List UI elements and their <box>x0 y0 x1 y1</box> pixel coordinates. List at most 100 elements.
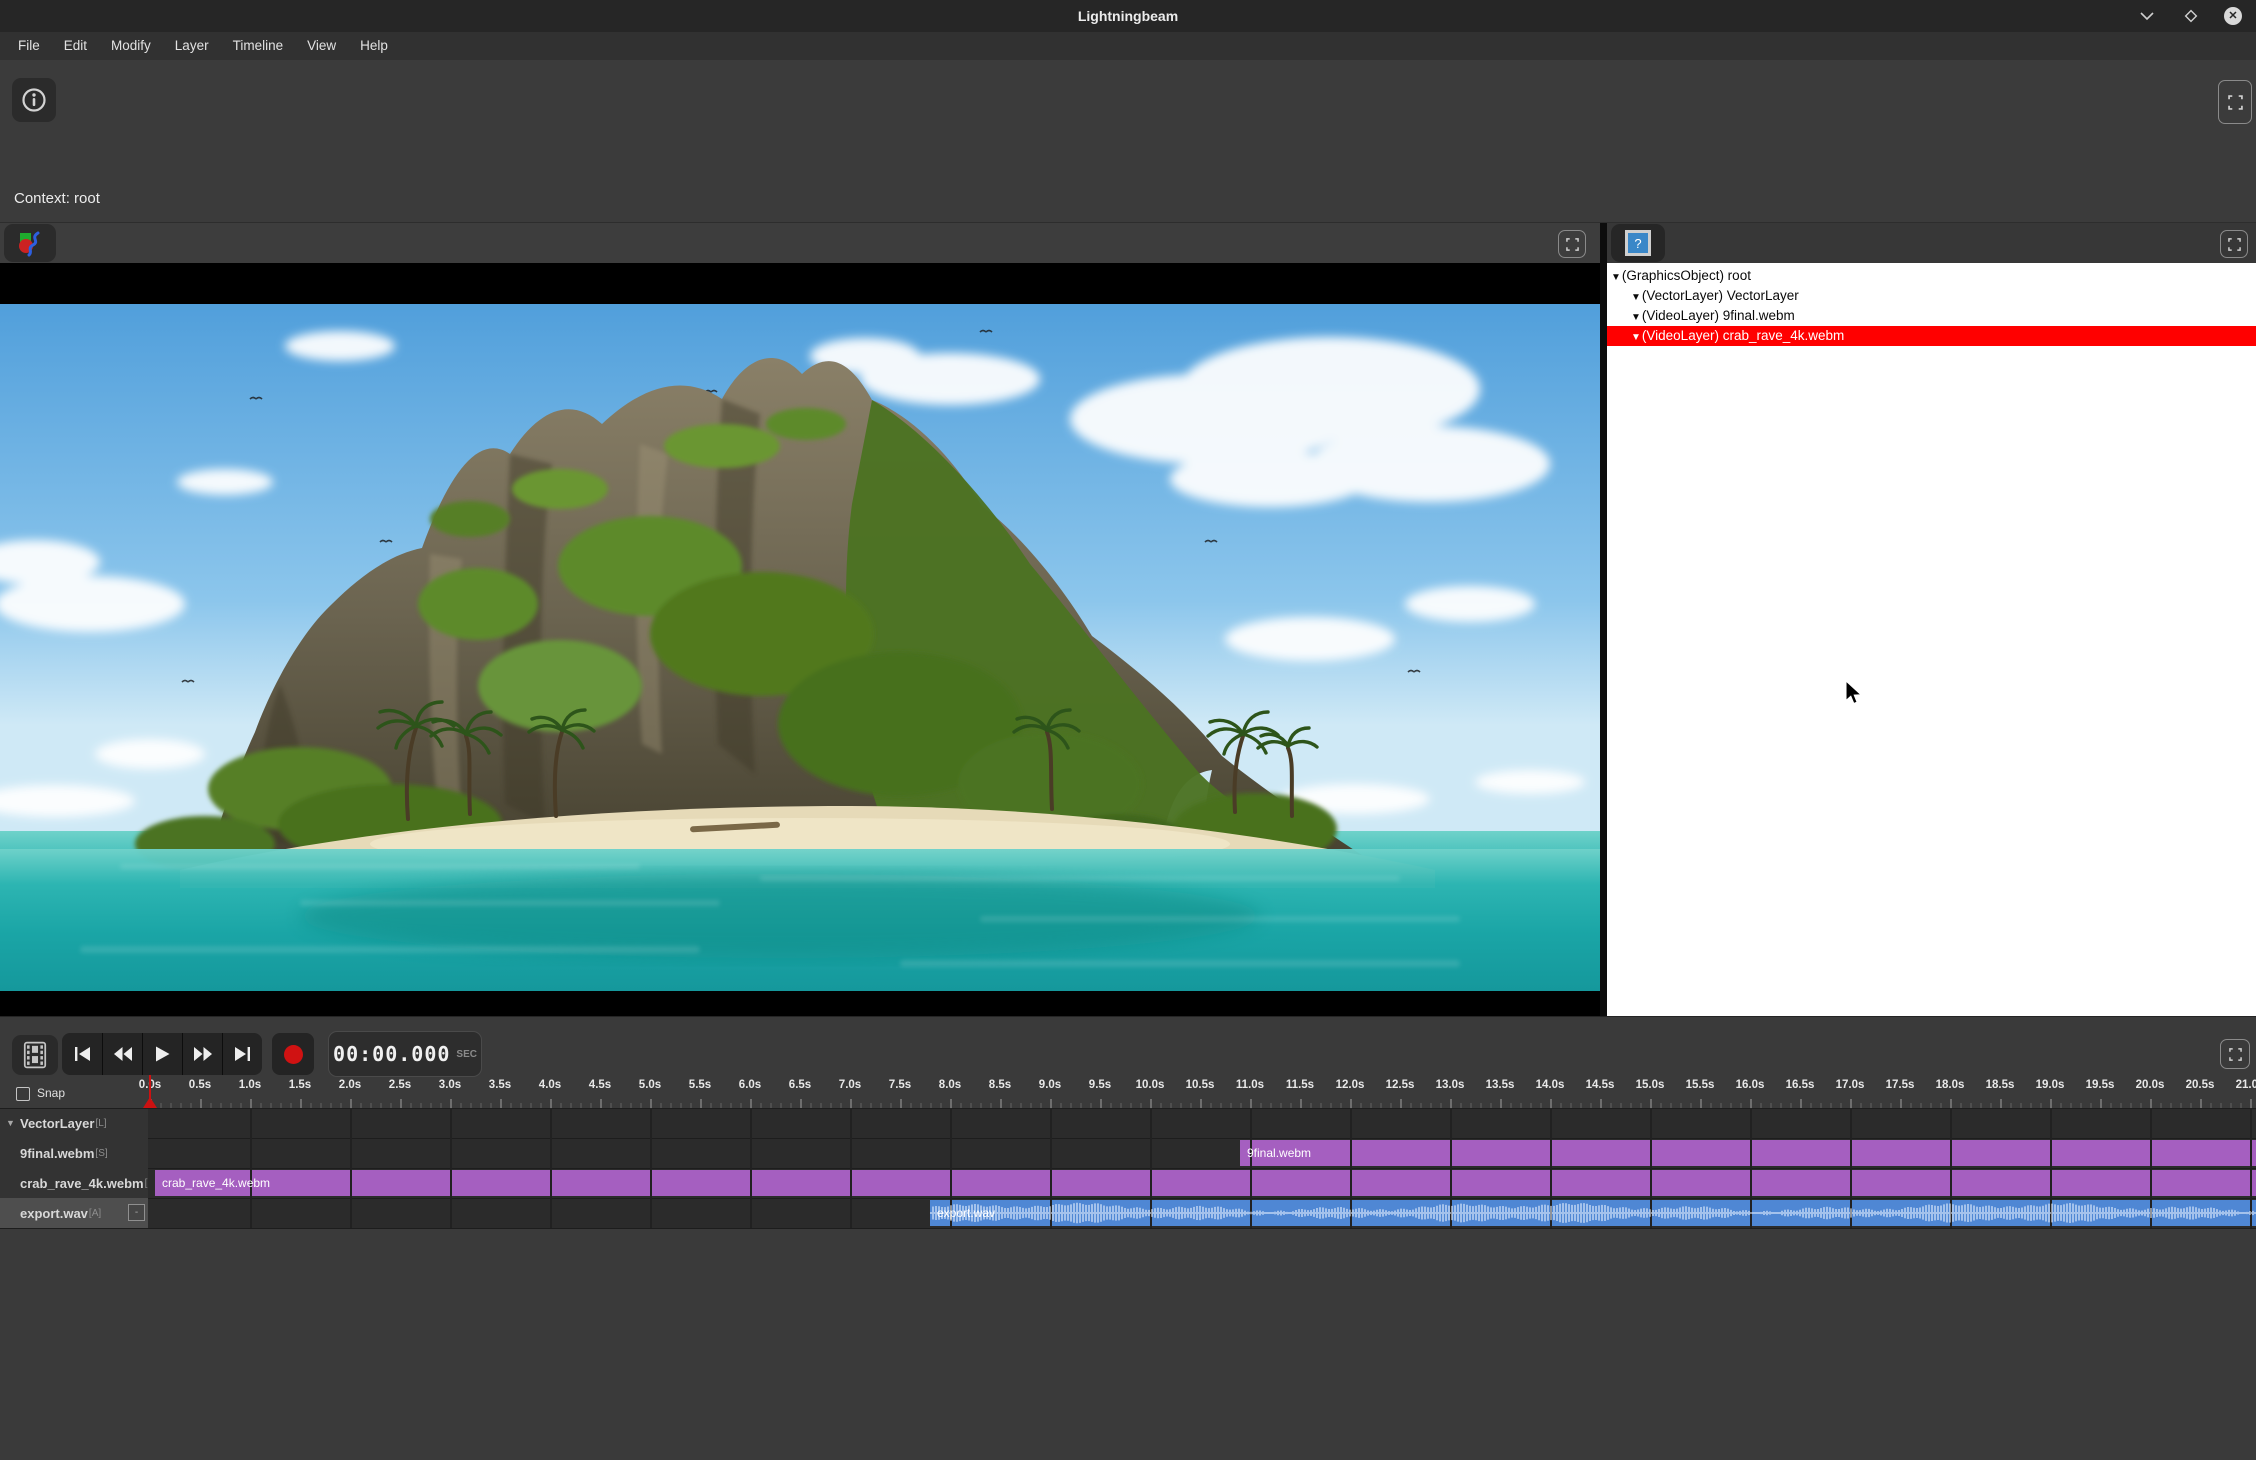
ruler-tick-label: 14.0s <box>1536 1079 1565 1091</box>
snap-label: Snap <box>37 1086 65 1100</box>
stage-canvas[interactable] <box>0 263 1600 1016</box>
menu-item-file[interactable]: File <box>6 32 52 60</box>
track-label-vectorlayer[interactable]: ▼VectorLayer[L] <box>0 1108 148 1138</box>
ruler-tick <box>1550 1099 1552 1108</box>
record-icon <box>284 1045 303 1064</box>
ruler-tick <box>650 1099 652 1108</box>
grid-line <box>850 1108 852 1228</box>
maximize-button[interactable] <box>2178 4 2204 28</box>
ruler-tick-label: 8.5s <box>989 1079 1011 1091</box>
ruler-tick-label: 20.5s <box>2186 1079 2215 1091</box>
menu-bar: FileEditModifyLayerTimelineViewHelp <box>0 32 2256 60</box>
menu-item-view[interactable]: View <box>295 32 348 60</box>
snap-checkbox[interactable] <box>16 1087 30 1101</box>
fullscreen-icon <box>2228 95 2243 110</box>
stage-expand-button[interactable] <box>1558 230 1586 258</box>
info-icon <box>21 87 47 113</box>
playhead-handle-icon[interactable] <box>143 1097 157 1108</box>
collapse-triangle-icon[interactable]: ▼ <box>1631 312 1641 323</box>
menu-item-help[interactable]: Help <box>348 32 400 60</box>
transport-controls <box>62 1033 262 1075</box>
grid-line <box>650 1108 652 1228</box>
context-label: Context: root <box>14 190 100 207</box>
timeline-tool-button[interactable] <box>12 1035 58 1075</box>
ruler-tick <box>800 1099 802 1108</box>
waveform <box>930 1200 2256 1226</box>
ruler-tick-label: 13.0s <box>1436 1079 1465 1091</box>
ruler-tick-label: 1.0s <box>239 1079 261 1091</box>
video-clip-crab-rave-4k-webm[interactable]: crab_rave_4k.webm <box>155 1170 2256 1196</box>
ruler-tick <box>1600 1099 1602 1108</box>
audio-clip-export-wav[interactable]: export.wav <box>930 1200 2256 1226</box>
menu-item-modify[interactable]: Modify <box>99 32 163 60</box>
collapse-triangle-icon[interactable]: ▼ <box>1631 292 1641 303</box>
ruler-tick <box>1100 1099 1102 1108</box>
ruler-tick <box>1350 1099 1352 1108</box>
ruler-tick-label: 17.0s <box>1836 1079 1865 1091</box>
track-label-crab-rave-4k-webm[interactable]: crab_rave_4k.webm[m] <box>0 1168 148 1198</box>
grid-line <box>550 1108 552 1228</box>
ruler-tick <box>1250 1099 1252 1108</box>
tree-row[interactable]: ▼(GraphicsObject) root <box>1607 266 2256 286</box>
track-label-9final-webm[interactable]: 9final.webm[S] <box>0 1138 148 1168</box>
time-value: 00:00.000 <box>333 1042 450 1066</box>
track-name: 9final.webm <box>20 1146 94 1161</box>
row-separator <box>0 1228 2256 1229</box>
ruler-tick-label: 7.0s <box>839 1079 861 1091</box>
menu-item-edit[interactable]: Edit <box>52 32 99 60</box>
grid-line <box>750 1108 752 1228</box>
skip-to-start-button[interactable] <box>62 1033 102 1075</box>
tree-row[interactable]: ▼(VectorLayer) VectorLayer <box>1607 286 2256 306</box>
ruler-tick-label: 15.5s <box>1686 1079 1715 1091</box>
timeline-panel: 00:00.000 SEC Snap 0.0s0.5s1.0s1.5s2.0s2… <box>0 1016 2256 1460</box>
tree-tool-button[interactable]: ? <box>1611 224 1665 262</box>
ruler-tick-label: 18.0s <box>1936 1079 1965 1091</box>
ruler-tick <box>1850 1099 1852 1108</box>
collapse-triangle-icon[interactable]: ▼ <box>1631 332 1641 343</box>
play-button[interactable] <box>142 1033 182 1075</box>
close-button[interactable]: ✕ <box>2220 4 2246 28</box>
ruler-tick <box>350 1099 352 1108</box>
timeline-expand-button[interactable] <box>2220 1039 2250 1069</box>
ruler-tick-label: 9.5s <box>1089 1079 1111 1091</box>
ruler-tick <box>250 1099 252 1108</box>
draw-logo-icon <box>16 229 44 257</box>
skip-to-end-button[interactable] <box>222 1033 262 1075</box>
ruler-tick-label: 11.0s <box>1236 1079 1264 1091</box>
time-unit-label: SEC <box>456 1049 477 1060</box>
ruler-tick <box>2150 1099 2152 1108</box>
tree-row-label: (VectorLayer) VectorLayer <box>1642 288 1799 303</box>
video-clip-9final-webm[interactable]: 9final.webm <box>1240 1140 2256 1166</box>
ruler-tick <box>950 1099 952 1108</box>
mouse-cursor <box>1844 681 1866 705</box>
ruler-tick <box>1700 1099 1702 1108</box>
menu-item-layer[interactable]: Layer <box>163 32 221 60</box>
track-type-badge: [A] <box>89 1208 101 1219</box>
ruler-tick <box>900 1099 902 1108</box>
ruler-tick-label: 3.0s <box>439 1079 461 1091</box>
ruler-tick-label: 2.5s <box>389 1079 411 1091</box>
ruler-tick-label: 6.5s <box>789 1079 811 1091</box>
clip-label: crab_rave_4k.webm <box>155 1176 270 1190</box>
tree-row[interactable]: ▼(VideoLayer) 9final.webm <box>1607 306 2256 326</box>
fullscreen-icon <box>2228 238 2241 251</box>
collapse-triangle-icon[interactable]: ▼ <box>6 1118 15 1128</box>
track-checkbox[interactable]: - <box>128 1204 145 1221</box>
menu-item-timeline[interactable]: Timeline <box>221 32 296 60</box>
ruler-tick <box>1500 1099 1502 1108</box>
info-panel-expand-button[interactable] <box>2218 80 2252 124</box>
collapse-triangle-icon[interactable]: ▼ <box>1611 272 1621 283</box>
minimize-button[interactable] <box>2134 4 2160 28</box>
rewind-button[interactable] <box>102 1033 142 1075</box>
stage-header <box>0 223 1600 263</box>
tree-row[interactable]: ▼(VideoLayer) crab_rave_4k.webm <box>1607 326 2256 346</box>
ruler-tick-label: 20.0s <box>2136 1079 2165 1091</box>
ruler-tick <box>1000 1099 1002 1108</box>
fast-forward-button[interactable] <box>182 1033 222 1075</box>
track-label-export-wav[interactable]: export.wav[A]- <box>0 1198 148 1228</box>
info-button[interactable] <box>12 78 56 122</box>
record-button[interactable] <box>272 1033 314 1075</box>
tree-expand-button[interactable] <box>2220 230 2248 258</box>
ruler-tick-label: 0.5s <box>189 1079 211 1091</box>
stage-tool-button[interactable] <box>4 224 56 262</box>
